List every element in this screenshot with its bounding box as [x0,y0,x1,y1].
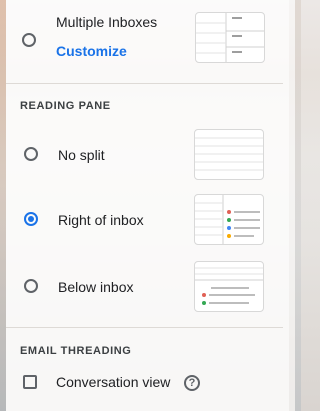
conversation-view-label: Conversation view [56,374,171,390]
reading-pane-header: READING PANE [20,100,111,112]
radio-multiple-inboxes[interactable] [22,33,36,47]
multiple-inboxes-thumbnail[interactable] [195,12,265,63]
no-split-thumbnail[interactable] [194,129,264,180]
background-right-edge [295,0,301,411]
below-inbox-layout-icon [195,267,263,305]
conversation-view-checkbox[interactable] [23,375,37,389]
below-inbox-thumbnail[interactable] [194,261,264,312]
email-threading-header: EMAIL THREADING [20,345,132,357]
help-circle-icon[interactable]: ? [184,375,200,391]
divider [6,327,283,328]
radio-right-of-inbox[interactable] [24,212,38,226]
multiple-inboxes-label: Multiple Inboxes [56,14,158,30]
multiple-inboxes-layout-icon [196,13,264,62]
divider [6,83,283,84]
right-of-inbox-label: Right of inbox [58,212,144,228]
radio-below-inbox[interactable] [24,279,38,293]
right-of-inbox-layout-icon [195,195,260,244]
radio-no-split[interactable] [24,147,38,161]
no-split-layout-icon [195,137,263,171]
customize-link[interactable]: Customize [56,43,127,59]
no-split-label: No split [58,147,105,163]
below-inbox-label: Below inbox [58,279,134,295]
right-of-inbox-thumbnail[interactable] [194,194,264,245]
